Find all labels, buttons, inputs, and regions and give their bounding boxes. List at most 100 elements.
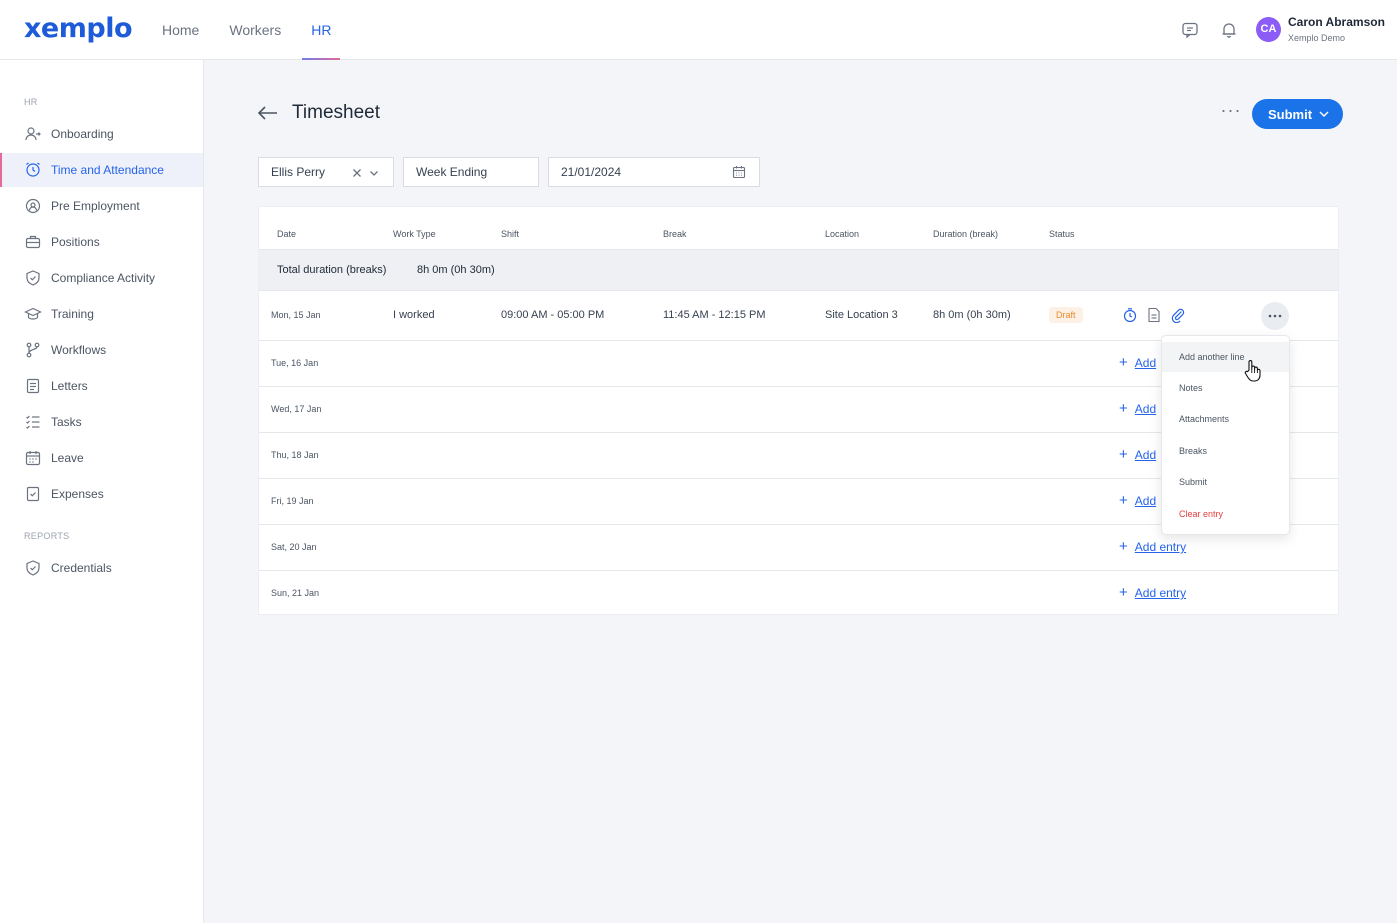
add-entry-link[interactable]: + Add <box>1119 354 1156 371</box>
row-date: Sun, 21 Jan <box>271 588 320 598</box>
table-row[interactable]: Mon, 15 Jan I worked 09:00 AM - 05:00 PM… <box>259 291 1338 341</box>
nav-workers[interactable]: Workers <box>229 0 281 60</box>
nav-home[interactable]: Home <box>162 0 199 60</box>
nav-hr[interactable]: HR <box>302 0 341 60</box>
sidebar-item-label: Letters <box>51 379 88 393</box>
date-input[interactable]: 21/01/2024 <box>548 157 720 187</box>
bell-icon[interactable] <box>1219 20 1239 40</box>
total-label: Total duration (breaks) <box>277 264 387 276</box>
back-arrow-icon[interactable] <box>257 103 279 123</box>
row-location: Site Location 3 <box>825 309 898 321</box>
add-entry-link[interactable]: + Add entry <box>1119 585 1186 600</box>
shield-check-icon <box>24 269 42 287</box>
sidebar-item-label: Positions <box>51 235 100 249</box>
menu-item-breaks[interactable]: Breaks <box>1162 436 1289 466</box>
col-header-shift: Shift <box>501 229 520 239</box>
sidebar-item-time-and-attendance[interactable]: Time and Attendance <box>0 153 203 187</box>
user-add-icon <box>24 125 42 143</box>
xemplo-logo[interactable]: xemplo <box>24 13 133 44</box>
col-header-status: Status <box>1049 229 1075 239</box>
menu-item-notes[interactable]: Notes <box>1162 373 1289 403</box>
period-type-field[interactable]: Week Ending <box>403 157 539 187</box>
workflow-icon <box>24 341 42 359</box>
sidebar-item-compliance-activity[interactable]: Compliance Activity <box>0 261 203 295</box>
plus-icon: + <box>1119 446 1128 463</box>
hand-pointer-icon <box>1243 359 1263 383</box>
sidebar-item-label: Training <box>51 307 94 321</box>
timer-icon[interactable] <box>1122 307 1138 323</box>
worker-select[interactable]: Ellis Perry <box>258 157 394 187</box>
top-bar: xemplo Home Workers HR CA Caron Abramson… <box>0 0 1397 60</box>
chat-icon[interactable] <box>1180 20 1200 40</box>
chevron-down-icon[interactable] <box>369 168 379 178</box>
row-actions-menu: Add another line Notes Attachments Break… <box>1161 335 1290 535</box>
add-entry-link[interactable]: + Add <box>1119 493 1156 508</box>
row-work-type: I worked <box>393 309 435 321</box>
plus-icon: + <box>1119 354 1128 371</box>
user-org: Xemplo Demo <box>1288 33 1346 43</box>
menu-item-clear-entry[interactable]: Clear entry <box>1162 499 1289 529</box>
sidebar-item-label: Time and Attendance <box>51 163 164 177</box>
date-picker-button[interactable] <box>719 157 760 187</box>
avatar[interactable]: CA <box>1256 17 1281 42</box>
paperclip-icon[interactable] <box>1170 307 1186 324</box>
row-date: Tue, 16 Jan <box>271 358 319 368</box>
menu-item-submit[interactable]: Submit <box>1162 467 1289 497</box>
total-row: Total duration (breaks) 8h 0m (0h 30m) <box>259 249 1338 291</box>
calendar-icon <box>24 449 42 467</box>
plus-icon: + <box>1119 538 1128 555</box>
row-date: Thu, 18 Jan <box>271 450 319 460</box>
date-input-value: 21/01/2024 <box>561 165 622 179</box>
row-date: Wed, 17 Jan <box>271 404 322 414</box>
user-name[interactable]: Caron Abramson <box>1288 15 1385 29</box>
clear-icon[interactable] <box>352 168 362 178</box>
col-header-break: Break <box>663 229 687 239</box>
page-more-button[interactable]: ··· <box>1216 101 1246 124</box>
menu-item-attachments[interactable]: Attachments <box>1162 404 1289 434</box>
sidebar-item-label: Pre Employment <box>51 199 140 213</box>
sidebar-item-label: Tasks <box>51 415 82 429</box>
graduation-cap-icon <box>24 305 42 323</box>
row-more-button[interactable] <box>1261 302 1289 330</box>
sidebar-item-training[interactable]: Training <box>0 297 203 331</box>
table-row: Sun, 21 Jan + Add entry <box>259 571 1338 615</box>
sidebar-item-pre-employment[interactable]: Pre Employment <box>0 189 203 223</box>
row-shift: 09:00 AM - 05:00 PM <box>501 309 605 321</box>
period-type-value: Week Ending <box>416 165 488 179</box>
add-entry-link[interactable]: + Add entry <box>1119 538 1186 555</box>
sidebar: HR Onboarding Time and Attendance Pre Em… <box>0 60 204 923</box>
row-date: Sat, 20 Jan <box>271 542 317 552</box>
add-entry-link[interactable]: + Add <box>1119 401 1156 416</box>
row-date: Mon, 15 Jan <box>271 310 321 320</box>
col-header-location: Location <box>825 229 860 239</box>
submit-button[interactable]: Submit <box>1252 99 1343 129</box>
id-badge-icon <box>24 197 42 215</box>
top-nav: Home Workers HR <box>162 0 361 60</box>
sidebar-item-leave[interactable]: Leave <box>0 441 203 475</box>
briefcase-icon <box>24 233 42 251</box>
sidebar-item-label: Onboarding <box>51 127 114 141</box>
chevron-down-icon <box>1319 111 1329 118</box>
sidebar-item-expenses[interactable]: Expenses <box>0 477 203 511</box>
sidebar-item-label: Compliance Activity <box>51 271 156 285</box>
add-entry-link[interactable]: + Add <box>1119 446 1156 463</box>
sidebar-item-workflows[interactable]: Workflows <box>0 333 203 367</box>
letter-icon <box>24 377 42 395</box>
worker-select-value: Ellis Perry <box>271 165 326 179</box>
sidebar-item-label: Expenses <box>51 487 104 501</box>
task-list-icon <box>24 413 42 431</box>
sidebar-section-reports: REPORTS <box>24 531 70 541</box>
sidebar-item-credentials[interactable]: Credentials <box>0 551 203 585</box>
notes-icon[interactable] <box>1146 307 1162 323</box>
row-duration: 8h 0m (0h 30m) <box>933 309 1011 321</box>
submit-button-label: Submit <box>1268 106 1313 122</box>
more-horizontal-icon <box>1268 314 1282 318</box>
menu-item-add-another-line[interactable]: Add another line <box>1162 342 1289 372</box>
sidebar-item-tasks[interactable]: Tasks <box>0 405 203 439</box>
sidebar-item-label: Workflows <box>51 343 107 357</box>
col-header-duration: Duration (break) <box>933 229 999 239</box>
sidebar-item-positions[interactable]: Positions <box>0 225 203 259</box>
sidebar-item-letters[interactable]: Letters <box>0 369 203 403</box>
receipt-icon <box>24 485 42 503</box>
sidebar-item-onboarding[interactable]: Onboarding <box>0 117 203 151</box>
